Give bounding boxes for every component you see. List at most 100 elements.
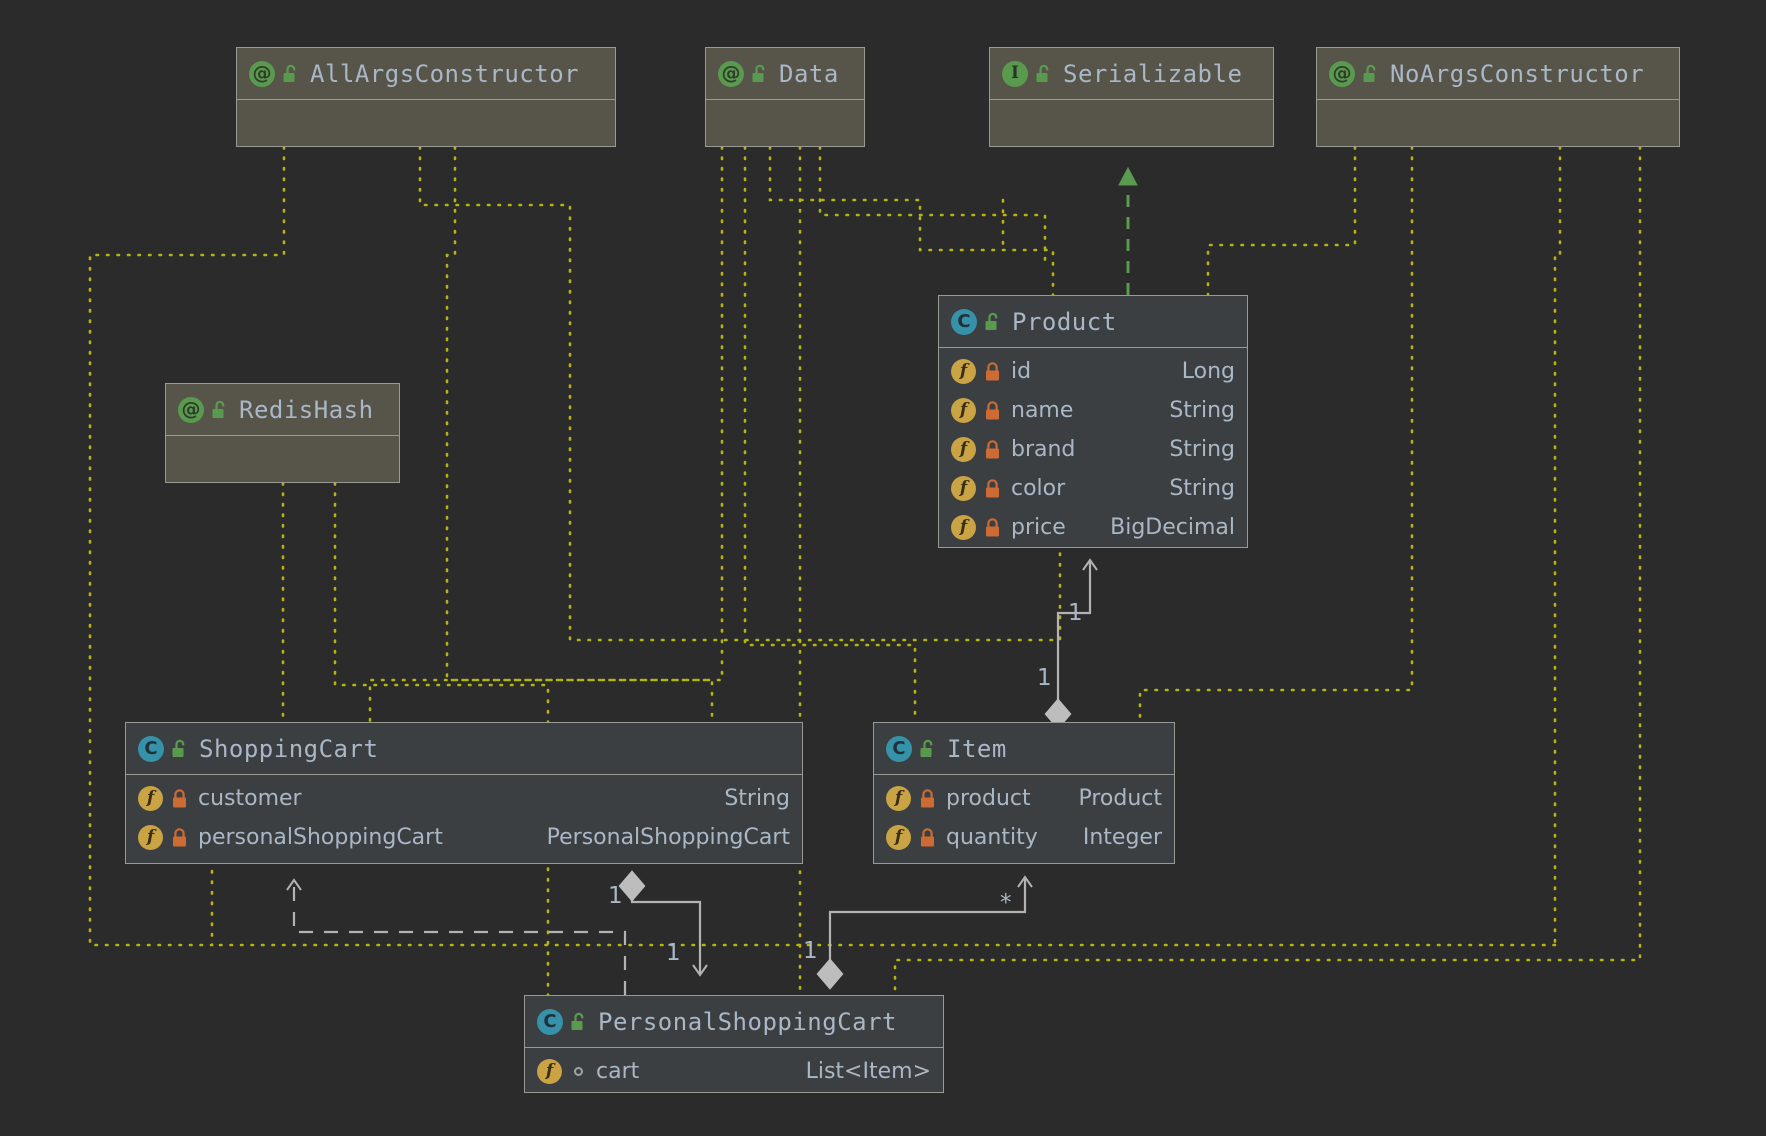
member-type: List<Item> [805,1059,931,1084]
annotation-links [88,145,1642,997]
member-type: Integer [1082,825,1162,850]
annotation-icon: @ [718,60,744,87]
interface-icon: I [1002,60,1028,87]
node-title: AllArgsConstructor [310,59,580,88]
class-icon: C [138,735,164,762]
aggregation-shoppingcart-personalcart [618,870,708,977]
unlock-icon [919,739,937,759]
uml-node-shoppingcart[interactable]: C ShoppingCart f customer String f personalSho… [125,722,803,864]
package-private-icon [570,1062,586,1081]
lock-icon [984,401,1001,420]
member-row[interactable]: f brand String [939,430,1247,469]
node-body-data [706,100,864,146]
field-icon: f [138,825,163,850]
multiplicity-label-pcart-item-src: 1 [803,938,818,964]
lock-icon [984,362,1001,381]
node-title: NoArgsConstructor [1390,59,1645,88]
unlock-icon [171,739,189,759]
node-title: RedisHash [239,395,374,424]
node-header-noargsconstructor: @ NoArgsConstructor [1317,48,1679,100]
uml-node-data[interactable]: @ Data [705,47,865,147]
node-title: PersonalShoppingCart [598,1007,897,1036]
node-body-redishash [166,436,399,482]
node-title: Serializable [1063,59,1243,88]
unlock-glyph [985,312,998,330]
field-icon: f [951,359,976,384]
lock-glyph [173,789,186,808]
lock-glyph [921,828,934,847]
member-row[interactable]: f id Long [939,352,1247,391]
field-icon: f [886,825,911,850]
member-type: BigDecimal [1110,515,1235,540]
node-body-serializable [990,100,1273,146]
member-row[interactable]: f price BigDecimal [939,508,1247,547]
member-type: Long [1181,359,1235,384]
lock-glyph [986,362,999,381]
lock-icon [984,440,1001,459]
uml-class-diagram-canvas: 1 1 1 1 1 * @ AllArgsConstructor @ Data I Serializ… [0,0,1766,1136]
lock-icon [984,518,1001,537]
field-icon: f [138,786,163,811]
unlock-glyph [172,739,185,757]
member-row[interactable]: f product Product [874,779,1174,818]
uml-node-noargsconstructor[interactable]: @ NoArgsConstructor [1316,47,1680,147]
unlock-icon [984,312,1002,332]
lock-icon [171,789,188,808]
unlock-glyph [920,739,933,757]
node-title: Product [1012,307,1117,336]
member-name: price [1011,515,1066,540]
uml-node-personalshoppingcart[interactable]: C PersonalShoppingCart f cart List<Item> [524,995,944,1093]
member-row[interactable]: f quantity Integer [874,818,1174,857]
member-row[interactable]: f name String [939,391,1247,430]
lock-icon [171,828,188,847]
node-body-personalshoppingcart: f cart List<Item> [525,1048,943,1092]
field-icon: f [537,1059,562,1084]
member-row[interactable]: f color String [939,469,1247,508]
uml-node-serializable[interactable]: I Serializable [989,47,1274,147]
member-type: Product [1078,786,1162,811]
annotation-icon: @ [178,396,204,423]
lock-glyph [986,440,999,459]
field-icon: f [951,437,976,462]
node-title: Data [779,59,839,88]
uml-node-allargsconstructor[interactable]: @ AllArgsConstructor [236,47,616,147]
member-type: String [1169,437,1235,462]
unlock-glyph [212,400,225,418]
multiplicity-label-product-item-top: 1 [1068,600,1083,626]
multiplicity-label-product-item-bot: 1 [1037,665,1052,691]
unlock-icon [282,64,300,84]
node-header-shoppingcart: C ShoppingCart [126,723,802,775]
member-row[interactable]: f cart List<Item> [525,1052,943,1091]
node-header-redishash: @ RedisHash [166,384,399,436]
unlock-icon [751,64,769,84]
multiplicity-label-cart-pcart-top: 1 [608,883,623,909]
class-icon: C [951,308,977,335]
class-icon: C [537,1008,563,1035]
multiplicity-label-pcart-item-dst: * [1000,890,1012,916]
aggregation-personalcart-item [816,875,1033,990]
member-row[interactable]: f customer String [126,779,802,818]
relationship-edges-layer [88,145,1642,997]
member-name: name [1011,398,1074,423]
unlock-glyph [1363,64,1376,82]
unlock-glyph [283,64,296,82]
member-row[interactable]: f personalShoppingCart PersonalShoppingCar… [126,818,802,857]
node-body-allargsconstructor [237,100,615,146]
field-icon: f [951,398,976,423]
member-name: quantity [946,825,1038,850]
annotation-icon: @ [249,60,275,87]
uml-node-product[interactable]: C Product f id Long f name String f brand String f c… [938,295,1248,548]
multiplicity-label-cart-pcart-bot: 1 [666,940,681,966]
uml-node-item[interactable]: C Item f product Product f quantity Integer [873,722,1175,864]
unlock-icon [570,1012,588,1032]
uml-node-redishash[interactable]: @ RedisHash [165,383,400,483]
aggregation-item-product [1044,558,1098,730]
node-body-shoppingcart: f customer String f personalShoppingCart Pers… [126,775,802,863]
node-body-product: f id Long f name String f brand String f color Stri… [939,348,1247,547]
node-body-item: f product Product f quantity Integer [874,775,1174,863]
member-type: String [724,786,790,811]
member-name: color [1011,476,1066,501]
lock-glyph [986,401,999,420]
lock-glyph [986,479,999,498]
node-header-personalshoppingcart: C PersonalShoppingCart [525,996,943,1048]
